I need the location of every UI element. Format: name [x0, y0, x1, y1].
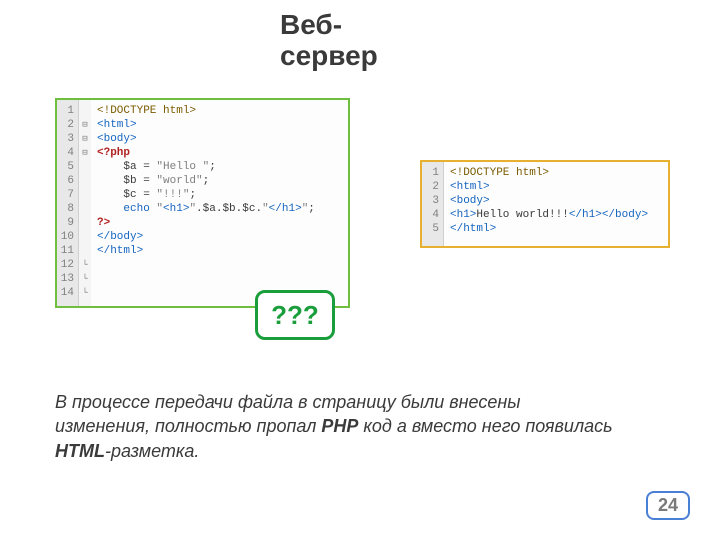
- text-fragment: код а вместо него появилась: [358, 416, 612, 436]
- slide-title: Веб-сервер: [280, 10, 430, 72]
- source-code-block: 1234567891011121314 ⊟⊟⊟ └└└ <!DOCTYPE ht…: [55, 98, 350, 308]
- fold-column: ⊟⊟⊟ └└└: [79, 100, 91, 306]
- line-gutter: 12345: [422, 162, 444, 246]
- line-gutter: 1234567891011121314: [57, 100, 79, 306]
- output-code-block: 12345 <!DOCTYPE html><html><body><h1>Hel…: [420, 160, 670, 248]
- code-body: <!DOCTYPE html><html><body><?php $a = "H…: [91, 100, 348, 306]
- description-text: В процессе передачи файла в страницу был…: [55, 390, 615, 463]
- text-fragment: -разметка.: [105, 441, 199, 461]
- bold-php: PHP: [321, 416, 358, 436]
- page-number: 24: [646, 491, 690, 520]
- bold-html: HTML: [55, 441, 105, 461]
- code-body: <!DOCTYPE html><html><body><h1>Hello wor…: [444, 162, 668, 246]
- question-mark-box: ???: [255, 290, 335, 340]
